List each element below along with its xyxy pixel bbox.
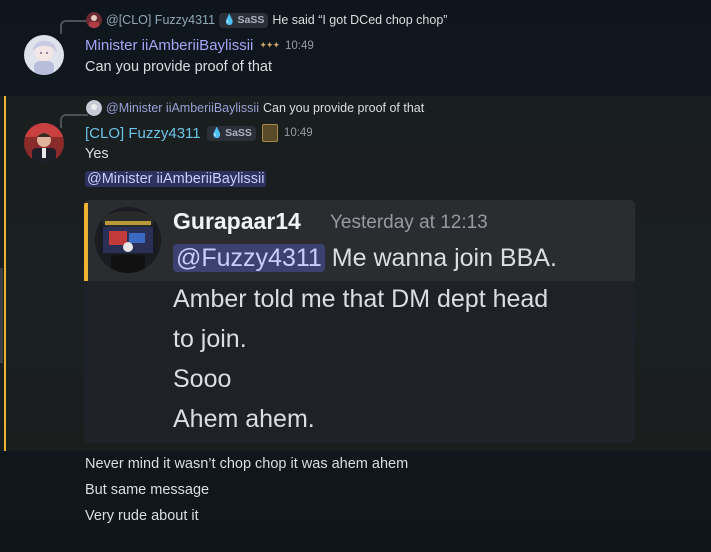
embed-line: Amber told me that DM dept head xyxy=(173,285,549,313)
reply-author[interactable]: @[CLO] Fuzzy4311 xyxy=(106,13,215,27)
embed-avatar-image xyxy=(95,207,161,273)
avatar-image xyxy=(24,123,64,163)
message-text: Can you provide proof of that xyxy=(85,59,273,75)
embed-mention: @Fuzzy4311 xyxy=(173,244,325,272)
server-tag[interactable]: 💧 SaSS xyxy=(206,125,256,141)
reply-avatar xyxy=(86,12,102,28)
embed-line: Ahem ahem. xyxy=(173,405,315,433)
username[interactable]: Minister iiAmberiiBaylissii xyxy=(85,37,253,54)
embed-author: Gurapaar14 xyxy=(173,208,301,234)
reply-preview[interactable]: @Minister iiAmberiiBaylissii Can you pro… xyxy=(86,100,424,116)
avatar-image xyxy=(24,35,64,75)
message-text: Yes xyxy=(85,146,109,162)
mention-highlight-bar xyxy=(4,96,6,451)
message-header: Minister iiAmberiiBaylissii ✦✦✦ 10:49 xyxy=(85,37,314,54)
drop-icon: 💧 xyxy=(223,14,236,26)
embed-text: Me wanna join BBA. xyxy=(324,244,557,272)
reply-preview[interactable]: @[CLO] Fuzzy4311 💧 SaSS He said “I got DC… xyxy=(86,12,447,28)
reply-connector xyxy=(60,20,88,34)
embed-timestamp: Yesterday at 12:13 xyxy=(330,212,488,233)
avatar[interactable] xyxy=(24,35,64,75)
embed-line: @Fuzzy4311 Me wanna join BBA. xyxy=(173,244,557,273)
embed-highlight-bar xyxy=(84,203,88,281)
stars-icon: ✦✦✦ xyxy=(259,40,280,50)
message-header: [CLO] Fuzzy4311 💧 SaSS 10:49 xyxy=(85,124,313,142)
username[interactable]: [CLO] Fuzzy4311 xyxy=(85,125,201,142)
reply-author[interactable]: @Minister iiAmberiiBaylissii xyxy=(106,101,259,115)
embed-avatar xyxy=(95,207,161,273)
server-tag-label: SaSS xyxy=(225,126,252,139)
drop-icon: 💧 xyxy=(210,127,224,139)
scroll-rail[interactable] xyxy=(0,268,3,363)
reply-connector xyxy=(60,114,88,128)
message-mention-line: @Minister iiAmberiiBaylissii xyxy=(85,171,267,187)
user-mention[interactable]: @Minister iiAmberiiBaylissii xyxy=(85,171,267,187)
reply-text: He said “I got DCed chop chop” xyxy=(272,13,448,27)
avatar[interactable] xyxy=(24,123,64,163)
reply-text: Can you provide proof of that xyxy=(263,101,425,115)
message-text: Very rude about it xyxy=(85,508,199,524)
timestamp[interactable]: 10:49 xyxy=(285,40,314,52)
embed-line: to join. xyxy=(173,325,247,353)
server-tag-label: SaSS xyxy=(237,13,265,26)
image-attachment[interactable]: Gurapaar14 Yesterday at 12:13 @Fuzzy4311… xyxy=(84,200,635,443)
timestamp[interactable]: 10:49 xyxy=(284,127,313,139)
embed-line: Sooo xyxy=(173,365,232,393)
server-tag[interactable]: 💧 SaSS xyxy=(219,12,269,28)
message-text: Never mind it wasn’t chop chop it was ah… xyxy=(85,456,409,472)
message-text: But same message xyxy=(85,482,210,498)
reply-avatar xyxy=(86,100,102,116)
lantern-icon xyxy=(261,124,278,142)
